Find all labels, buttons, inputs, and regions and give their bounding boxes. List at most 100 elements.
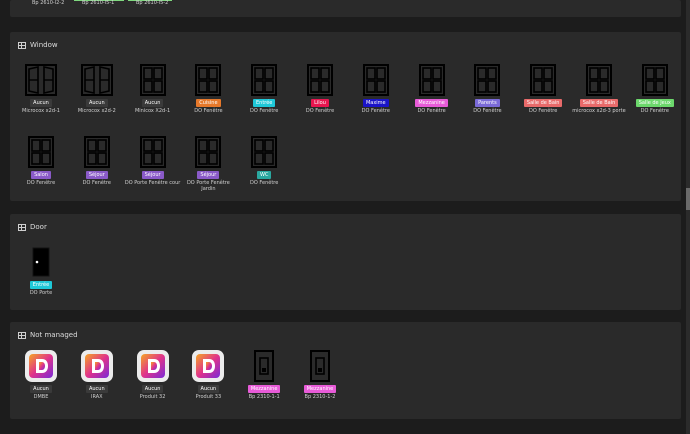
wall-switch-icon <box>246 348 282 384</box>
room-badge[interactable]: Parents <box>475 99 500 107</box>
device-caption: IRAX <box>91 394 103 400</box>
room-badge[interactable]: Salle de Bain <box>523 99 563 107</box>
room-badge[interactable]: Salle de Jeux <box>635 99 674 107</box>
device-tile[interactable]: Salle de Bain DO Fenêtre <box>517 62 569 114</box>
room-badge[interactable]: Aucun <box>197 385 220 393</box>
page-scrollbar[interactable] <box>686 0 690 434</box>
casement-window-icon <box>79 62 115 98</box>
door-icon <box>23 244 59 280</box>
table-icon <box>18 331 26 339</box>
room-badge[interactable]: Séjour <box>197 171 220 179</box>
device-caption: DO Fenêtre <box>26 180 56 186</box>
room-badge[interactable]: Salle de Bain <box>579 99 619 107</box>
room-badge[interactable]: Aucun <box>85 385 108 393</box>
device-caption: DO Porte Fenêtre Jardin <box>186 180 230 192</box>
device-tile[interactable]: Aucun Minicox X2d-1 <box>127 62 179 114</box>
window-icon <box>246 134 282 170</box>
window-icon <box>358 62 394 98</box>
device-caption: DO Fenêtre <box>361 108 390 114</box>
room-badge[interactable]: Entrée <box>29 281 53 289</box>
device-caption: Microcox x2d-2 <box>77 108 116 114</box>
window-icon <box>190 62 226 98</box>
not-managed-section-title: Not managed <box>30 331 78 339</box>
room-badge[interactable]: Séjour <box>85 171 108 179</box>
room-badge[interactable]: Aucun <box>30 385 52 393</box>
not-managed-section-header: Not managed <box>18 329 78 341</box>
device-tile[interactable]: Aucun Produit 33 <box>182 348 234 400</box>
window-icon <box>302 62 338 98</box>
device-caption: Bp 2310-1-2 <box>304 394 336 400</box>
window-icon <box>414 62 450 98</box>
device-caption: DMBE <box>33 394 49 400</box>
device-caption: Minicox X2d-1 <box>134 108 171 114</box>
room-badge[interactable]: Séjour <box>141 171 164 179</box>
device-caption: Produit 32 <box>139 394 166 400</box>
device-caption: Bp 2310-1-1 <box>248 394 280 400</box>
room-badge[interactable]: Aucun <box>30 99 52 107</box>
device-caption: Microcox x2d-1 <box>22 108 60 114</box>
device-tile[interactable]: Mezzanine Bp 2310-1-1 <box>238 348 290 400</box>
device-caption: DO Fenêtre <box>250 180 279 186</box>
device-tile[interactable]: Aucun DMBE <box>15 348 67 400</box>
app-logo-icon <box>23 348 59 384</box>
device-tile[interactable]: WC DO Fenêtre <box>238 134 290 186</box>
room-badge[interactable]: Aucun <box>85 99 108 107</box>
room-badge[interactable]: WC <box>256 171 272 179</box>
not-managed-section: Not managed Aucun DMBE Aucun IRAX Aucun Produ… <box>10 322 681 419</box>
window-icon <box>469 62 505 98</box>
device-caption: microcox x2d-3 porte <box>572 108 626 114</box>
device-caption: DO Fenêtre <box>194 108 223 114</box>
device-caption: DO Fenêtre <box>417 108 446 114</box>
device-tile[interactable]: Parents DO Fenêtre <box>461 62 513 114</box>
room-badge[interactable]: Mezzanine <box>415 99 448 107</box>
device-tile[interactable]: Maxime DO Fenêtre <box>350 62 402 114</box>
device-tile[interactable]: Entrée DO Fenêtre <box>238 62 290 114</box>
device-tile[interactable]: Aucun Microcox x2d-1 <box>15 62 67 114</box>
app-logo-icon <box>135 348 171 384</box>
room-badge[interactable]: Aucun <box>141 99 164 107</box>
device-caption: DO Fenêtre <box>473 108 502 114</box>
device-caption: DO Porte <box>29 290 53 296</box>
device-caption: DO Fenêtre <box>305 108 335 114</box>
device-tile[interactable]: Salle de Jeux DO Fenêtre <box>629 62 681 114</box>
device-tile[interactable]: Séjour DO Porte Fenêtre cour <box>125 134 180 186</box>
wall-switch-icon <box>302 348 338 384</box>
room-badge[interactable]: Salon <box>31 171 51 179</box>
window-icon <box>135 134 171 170</box>
device-tile[interactable]: Salon DO Fenêtre <box>15 134 67 186</box>
scrollbar-thumb[interactable] <box>686 188 690 210</box>
room-badge[interactable]: Entrée <box>252 99 276 107</box>
window-icon <box>637 62 673 98</box>
device-tile[interactable]: Mezzanine Bp 2310-1-2 <box>294 348 346 400</box>
top-caption-1: Bp 2610-l2-2 <box>32 0 65 6</box>
top-section-panel: Bp 2610-l2-2 Bp 2610-l5-1 Bp 2610-l5-2 <box>10 0 681 17</box>
device-tile[interactable]: Aucun Microcox x2d-2 <box>71 62 123 114</box>
window-icon <box>135 62 171 98</box>
room-badge[interactable]: Aucun <box>141 385 164 393</box>
app-logo-icon <box>190 348 226 384</box>
device-tile[interactable]: Entrée DO Porte <box>15 244 67 296</box>
app-logo-icon <box>79 348 115 384</box>
device-tile[interactable]: Aucun Produit 32 <box>127 348 179 400</box>
device-tile[interactable]: Cuisine DO Fenêtre <box>182 62 234 114</box>
window-section: Window Aucun Microcox x2d-1 Aucun Microcox … <box>10 32 681 201</box>
device-caption: DO Fenêtre <box>529 108 558 114</box>
window-section-header: Window <box>18 39 58 51</box>
device-caption: DO Fenêtre <box>640 108 669 114</box>
door-section-header: Door <box>18 221 47 233</box>
device-tile[interactable]: Mezzanine DO Fenêtre <box>406 62 458 114</box>
window-icon <box>79 134 115 170</box>
room-badge[interactable]: Lilou <box>311 99 329 107</box>
device-tile[interactable]: Aucun IRAX <box>71 348 123 400</box>
room-badge[interactable]: Maxime <box>362 99 389 107</box>
room-badge[interactable]: Mezzanine <box>247 385 281 393</box>
device-tile[interactable]: Salle de Bain microcox x2d-3 porte <box>572 62 626 114</box>
device-tile[interactable]: Séjour DO Fenêtre <box>71 134 123 186</box>
window-icon <box>246 62 282 98</box>
window-icon <box>23 134 59 170</box>
top-caption-3: Bp 2610-l5-2 <box>136 0 169 6</box>
room-badge[interactable]: Mezzanine <box>303 385 337 393</box>
room-badge[interactable]: Cuisine <box>196 99 221 107</box>
device-tile[interactable]: Lilou DO Fenêtre <box>294 62 346 114</box>
device-tile[interactable]: Séjour DO Porte Fenêtre Jardin <box>182 134 234 192</box>
